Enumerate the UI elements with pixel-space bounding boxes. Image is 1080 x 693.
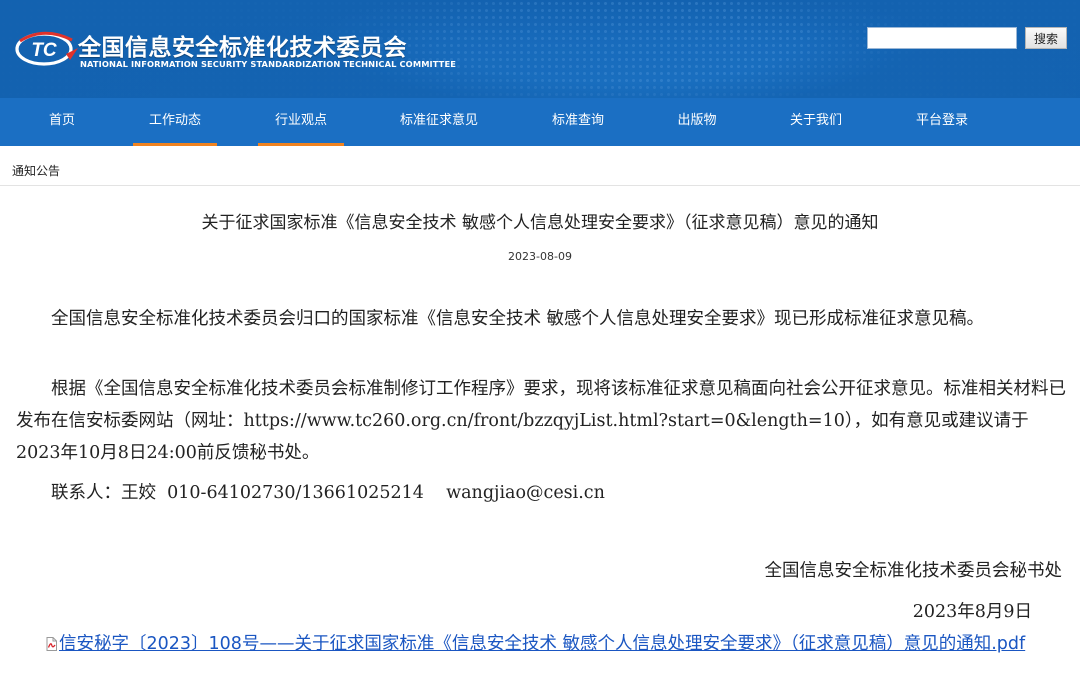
nav-item-industry-views[interactable]: 行业观点 <box>258 98 344 146</box>
search-input[interactable] <box>867 27 1017 49</box>
attachment: 信安秘字〔2023〕108号——关于征求国家标准《信息安全技术 敏感个人信息处理… <box>16 632 1046 657</box>
nav-item-about-us[interactable]: 关于我们 <box>774 98 858 146</box>
contact-paragraph: 联系人：王姣 010-64102730/13661025214 wangjiao… <box>51 483 605 503</box>
tc-logo-icon: TC <box>15 31 78 66</box>
article-paragraph: 全国信息安全标准化技术委员会归口的国家标准《信息安全技术 敏感个人信息处理安全要… <box>51 309 985 329</box>
site-title-en: NATIONAL INFORMATION SECURITY STANDARDIZ… <box>80 59 456 69</box>
site-header: TC 全国信息安全标准化技术委员会 NATIONAL INFORMATION S… <box>0 0 1080 98</box>
article-title: 关于征求国家标准《信息安全技术 敏感个人信息处理安全要求》（征求意见稿）意见的通… <box>201 213 879 233</box>
svg-text:TC: TC <box>31 40 57 61</box>
nav-item-publications[interactable]: 出版物 <box>655 98 739 146</box>
article-date: 2023-08-09 <box>508 250 572 263</box>
signature-date: 2023年8月9日 <box>912 602 1032 622</box>
nav-item-standard-search[interactable]: 标准查询 <box>536 98 620 146</box>
site-logo[interactable]: TC 全国信息安全标准化技术委员会 NATIONAL INFORMATION S… <box>14 26 456 76</box>
search-button[interactable]: 搜索 <box>1025 27 1067 49</box>
signature-organization: 全国信息安全标准化技术委员会秘书处 <box>764 561 1063 581</box>
pdf-icon <box>46 637 57 651</box>
nav-item-standard-comments[interactable]: 标准征求意见 <box>384 98 494 146</box>
nav-item-platform-login[interactable]: 平台登录 <box>900 98 984 146</box>
site-title-cn: 全国信息安全标准化技术委员会 <box>78 35 407 61</box>
attachment-link[interactable]: 信安秘字〔2023〕108号——关于征求国家标准《信息安全技术 敏感个人信息处理… <box>59 634 1025 654</box>
main-nav: 首页 工作动态 行业观点 标准征求意见 标准查询 出版物 关于我们 平台登录 <box>0 98 1080 146</box>
breadcrumb[interactable]: 通知公告 <box>12 162 60 179</box>
article-paragraph: 根据《全国信息安全标准化技术委员会标准制修订工作程序》要求，现将该标准征求意见稿… <box>16 379 1066 463</box>
breadcrumb-divider <box>0 185 1080 186</box>
nav-item-work-news[interactable]: 工作动态 <box>133 98 217 146</box>
nav-item-home[interactable]: 首页 <box>20 98 104 146</box>
